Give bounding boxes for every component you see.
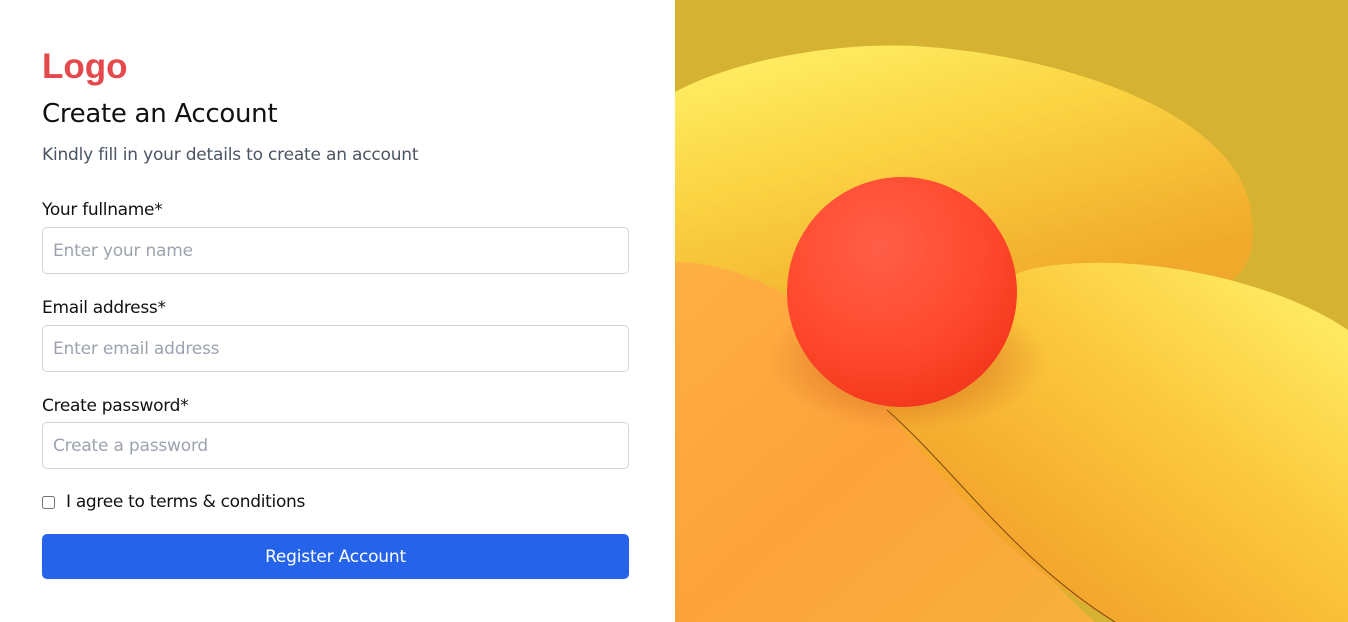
email-input[interactable]	[42, 325, 629, 372]
terms-checkbox[interactable]	[42, 495, 55, 509]
register-account-button[interactable]: Register Account	[42, 534, 629, 579]
abstract-3d-illustration-icon	[675, 0, 1348, 622]
fullname-label: Your fullname*	[42, 200, 163, 220]
page-subtitle: Kindly fill in your details to create an…	[42, 145, 419, 165]
terms-row: I agree to terms & conditions	[42, 491, 305, 513]
register-form-panel: Logo Create an Account Kindly fill in yo…	[0, 0, 675, 622]
fullname-input[interactable]	[42, 227, 629, 274]
terms-label[interactable]: I agree to terms & conditions	[66, 492, 305, 512]
password-input[interactable]	[42, 422, 629, 469]
page-title: Create an Account	[42, 99, 278, 129]
email-label: Email address*	[42, 298, 166, 318]
hero-illustration	[675, 0, 1348, 622]
password-label: Create password*	[42, 396, 189, 416]
logo: Logo	[42, 47, 128, 86]
register-page: Logo Create an Account Kindly fill in yo…	[0, 0, 1348, 622]
